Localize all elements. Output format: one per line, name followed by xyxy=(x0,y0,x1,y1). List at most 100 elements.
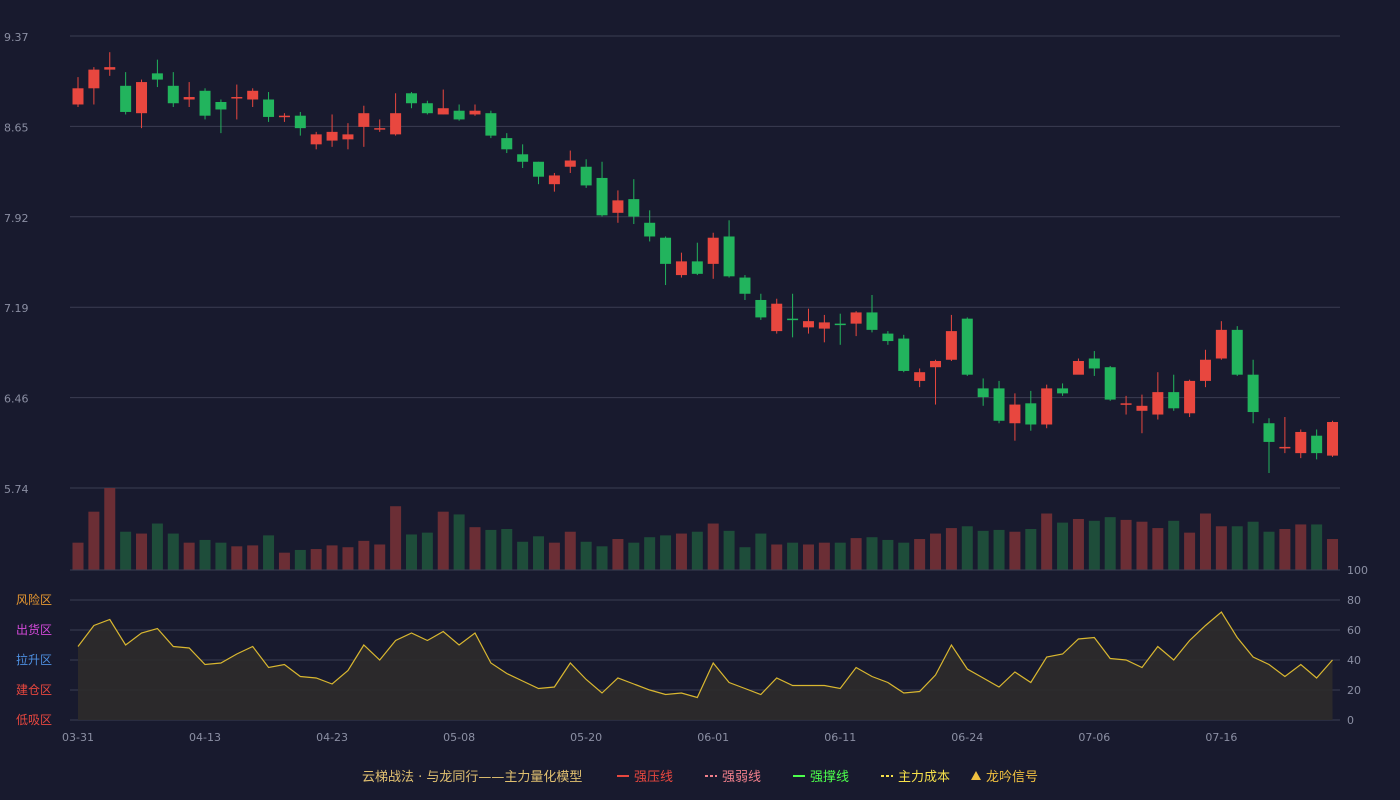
candle-body xyxy=(167,85,179,104)
candle-body xyxy=(1168,392,1180,409)
candle-body xyxy=(739,277,751,294)
candle-body xyxy=(914,372,926,381)
candle-body xyxy=(247,90,259,100)
volume-bar xyxy=(1088,520,1100,570)
candle-body xyxy=(1184,380,1196,414)
volume-bar xyxy=(1184,532,1196,570)
volume-bar xyxy=(469,527,481,570)
candle-body xyxy=(834,323,846,326)
candle-body xyxy=(977,388,989,398)
candle-body xyxy=(104,67,116,70)
volume-bar xyxy=(945,528,957,570)
oscillator-tick-label: 40 xyxy=(1347,654,1361,667)
volume-bar xyxy=(247,545,259,570)
candle-body xyxy=(326,131,338,141)
volume-bar xyxy=(1009,531,1021,570)
candle-body xyxy=(1120,403,1132,405)
candle-body xyxy=(294,115,306,129)
candle-body xyxy=(310,134,322,145)
date-tick-label: 06-24 xyxy=(951,731,983,744)
candle-body xyxy=(374,128,386,130)
volume-bar xyxy=(263,535,275,570)
candle-body xyxy=(1088,358,1100,369)
candle-body xyxy=(691,261,703,274)
volume-bar xyxy=(453,514,465,570)
volume-bar xyxy=(818,542,830,570)
oscillator-zone-label: 风险区 xyxy=(16,592,52,607)
candle-body xyxy=(120,85,132,112)
volume-bar xyxy=(1072,518,1084,570)
candle-body xyxy=(850,312,862,324)
volume-bar xyxy=(739,547,751,570)
candle-body xyxy=(945,331,957,360)
oscillator-zone-label: 低吸区 xyxy=(16,713,52,727)
volume-bar xyxy=(374,544,386,570)
candle-body xyxy=(390,113,402,135)
candle-body xyxy=(453,110,465,120)
price-tick-label: 9.37 xyxy=(4,31,29,44)
candle-body xyxy=(1311,435,1323,454)
volume-bar xyxy=(707,523,719,570)
candle-body xyxy=(787,318,799,321)
volume-bar xyxy=(136,533,148,570)
candle-body xyxy=(1072,360,1084,375)
candle-body xyxy=(183,97,195,100)
volume-bar xyxy=(120,531,132,570)
volume-bar xyxy=(1215,526,1227,570)
candle-body xyxy=(231,97,243,99)
volume-bar xyxy=(930,533,942,570)
candle-body xyxy=(437,108,449,115)
price-tick-label: 5.74 xyxy=(4,483,29,496)
oscillator-tick-label: 80 xyxy=(1347,594,1361,607)
volume-bar xyxy=(358,540,370,570)
volume-bar xyxy=(1025,529,1037,570)
candle-body xyxy=(612,200,624,213)
date-tick-label: 06-01 xyxy=(697,731,729,744)
candle-body xyxy=(278,115,290,118)
volume-bar xyxy=(580,541,592,570)
volume-bar xyxy=(390,506,402,570)
volume-bar xyxy=(787,542,799,570)
candle-body xyxy=(136,82,148,114)
candle-body xyxy=(723,236,735,277)
volume-bar xyxy=(612,539,624,570)
volume-bar xyxy=(533,536,545,570)
volume-bar xyxy=(723,530,735,570)
candle-body xyxy=(1009,404,1021,424)
volume-bar xyxy=(644,537,656,570)
volume-bar xyxy=(834,542,846,570)
volume-bar xyxy=(1104,517,1116,570)
volume-bar xyxy=(72,542,84,570)
candle-body xyxy=(421,103,433,114)
candle-body xyxy=(644,222,656,237)
volume-bar xyxy=(437,511,449,570)
candle-body xyxy=(263,99,275,117)
volume-bar xyxy=(104,488,116,570)
volume-bar xyxy=(405,534,417,570)
volume-bar xyxy=(215,542,227,570)
volume-bar xyxy=(755,533,767,570)
candle-body xyxy=(1199,359,1211,381)
oscillator-tick-label: 20 xyxy=(1347,684,1361,697)
volume-bar xyxy=(660,535,672,570)
candle-body xyxy=(882,333,894,342)
volume-bar xyxy=(1279,529,1291,570)
candle-body xyxy=(72,88,84,105)
volume-bar xyxy=(151,523,163,570)
legend-item-label: 强压线 xyxy=(634,770,673,785)
candle-body xyxy=(628,199,640,217)
volume-bar xyxy=(167,533,179,570)
oscillator-zone-label: 建仓区 xyxy=(16,683,52,697)
volume-bar xyxy=(278,552,290,570)
candle-body xyxy=(548,175,560,185)
candle-body xyxy=(1279,446,1291,449)
candle-body xyxy=(1041,388,1053,425)
candle-body xyxy=(1136,405,1148,411)
candle-body xyxy=(151,73,163,80)
volume-bar xyxy=(88,511,100,570)
volume-bar xyxy=(1247,521,1259,570)
candle-body xyxy=(1057,388,1069,394)
volume-bar xyxy=(850,538,862,570)
candle-body xyxy=(485,113,497,136)
candle-body xyxy=(1231,329,1243,375)
